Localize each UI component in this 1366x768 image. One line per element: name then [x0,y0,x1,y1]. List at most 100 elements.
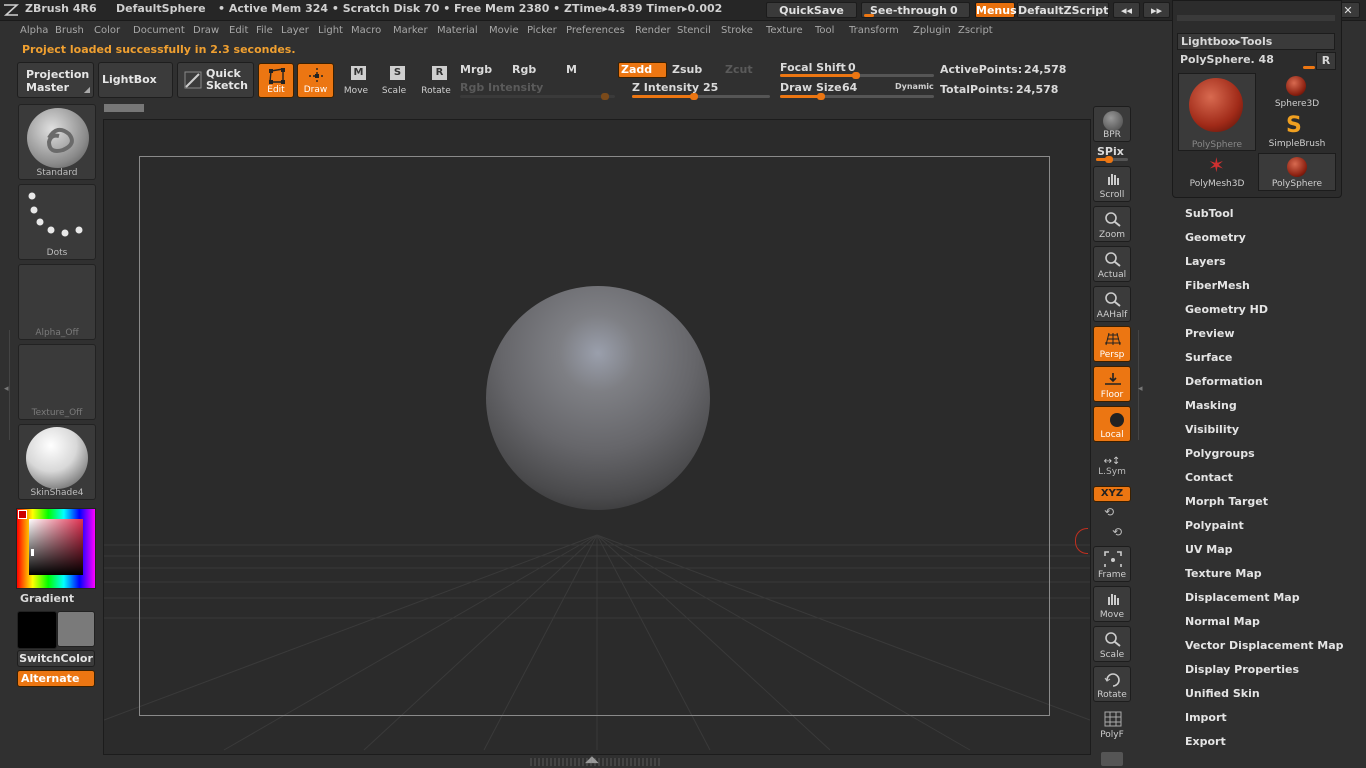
move-view-button[interactable]: Move [1093,586,1131,622]
menu-brush[interactable]: Brush [55,25,84,36]
menu-geometry-hd[interactable]: Geometry HD [1185,303,1268,316]
actual-button[interactable]: Actual [1093,246,1131,282]
switch-color-button[interactable]: SwitchColor [17,650,95,667]
rgb-intensity-slider[interactable] [460,93,615,100]
menu-movie[interactable]: Movie [489,25,519,36]
menu-preferences[interactable]: Preferences [566,25,625,36]
menu-visibility[interactable]: Visibility [1185,423,1239,436]
zsub-button[interactable]: Zsub [672,63,702,76]
menu-export[interactable]: Export [1185,735,1226,748]
rgb-button[interactable]: Rgb [512,63,536,76]
menu-transform[interactable]: Transform [849,25,899,36]
quicksave-button[interactable]: QuickSave [766,2,857,18]
menu-subtool[interactable]: SubTool [1185,207,1234,220]
alpha-picker[interactable]: Alpha_Off [18,264,96,340]
menu-unified-skin[interactable]: Unified Skin [1185,687,1260,700]
menu-deformation[interactable]: Deformation [1185,375,1263,388]
brush-picker[interactable]: Standard [18,104,96,180]
quick-sketch-button[interactable]: Quick Sketch [177,62,254,98]
canvas-tab[interactable] [104,104,144,112]
menu-surface[interactable]: Surface [1185,351,1232,364]
edit-button[interactable]: Edit [258,63,294,98]
material-picker[interactable]: SkinShade4 [18,424,96,500]
menu-morph-target[interactable]: Morph Target [1185,495,1268,508]
lsym-button[interactable]: ↔︎↕︎ L.Sym [1096,456,1128,480]
transp-button[interactable] [1101,752,1123,766]
texture-picker[interactable]: Texture_Off [18,344,96,420]
aahalf-button[interactable]: AAHalf [1093,286,1131,322]
menu-import[interactable]: Import [1185,711,1227,724]
menu-document[interactable]: Document [133,25,185,36]
tool-thumb-polysphere[interactable]: PolySphere [1258,153,1336,191]
menu-display-properties[interactable]: Display Properties [1185,663,1299,676]
frame-button[interactable]: Frame [1093,546,1131,582]
menu-normal-map[interactable]: Normal Map [1185,615,1260,628]
menu-displacement-map[interactable]: Displacement Map [1185,591,1300,604]
menu-draw[interactable]: Draw [193,25,219,36]
m-button[interactable]: M [566,63,577,76]
menu-preview[interactable]: Preview [1185,327,1235,340]
tool-thumb-polysphere-main[interactable]: PolySphere [1178,73,1256,151]
scroll-right-icon[interactable]: ▸▸ [1143,2,1170,18]
color-picker[interactable] [16,508,96,589]
menu-light[interactable]: Light [318,25,343,36]
local-toggle[interactable]: Local [1093,406,1131,442]
see-through-slider[interactable]: See-through 0 [861,2,970,18]
menu-stroke[interactable]: Stroke [721,25,753,36]
menu-render[interactable]: Render [635,25,671,36]
zcut-button[interactable]: Zcut [725,63,753,76]
menu-polygroups[interactable]: Polygroups [1185,447,1255,460]
menu-texture[interactable]: Texture [766,25,803,36]
lightbox-tools-button[interactable]: Lightbox▸Tools [1177,33,1335,50]
menu-macro[interactable]: Macro [351,25,381,36]
menu-picker[interactable]: Picker [527,25,557,36]
menu-edit[interactable]: Edit [229,25,248,36]
lightbox-button[interactable]: LightBox [98,62,173,98]
rotate-view-button[interactable]: Rotate [1093,666,1131,702]
default-zscript-button[interactable]: DefaultZScript [1017,2,1109,18]
menu-contact[interactable]: Contact [1185,471,1233,484]
polyf-button[interactable]: PolyF [1093,706,1131,742]
menu-masking[interactable]: Masking [1185,399,1237,412]
draw-button[interactable]: Draw [297,63,334,98]
menu-uv-map[interactable]: UV Map [1185,543,1233,556]
zoom-button[interactable]: Zoom [1093,206,1131,242]
menu-alpha[interactable]: Alpha [20,25,48,36]
menu-vector-displacement-map[interactable]: Vector Displacement Map [1185,639,1344,652]
menu-layers[interactable]: Layers [1185,255,1226,268]
menu-zplugin[interactable]: Zplugin [913,25,951,36]
draw-size-slider[interactable] [780,93,934,100]
alternate-toggle[interactable]: Alternate [17,670,95,687]
projection-master-button[interactable]: Projection Master ◢ [17,62,94,98]
scale-button[interactable]: S Scale [376,63,412,98]
bpr-button[interactable]: BPR [1093,106,1131,142]
menu-geometry[interactable]: Geometry [1185,231,1246,244]
scroll-left-icon[interactable]: ◂◂ [1113,2,1140,18]
rotate-button[interactable]: R Rotate [418,63,454,98]
mrgb-button[interactable]: Mrgb [460,63,492,76]
menu-tool[interactable]: Tool [815,25,834,36]
color-saturation-square[interactable] [29,519,83,575]
menu-file[interactable]: File [256,25,273,36]
stroke-picker[interactable]: Dots [18,184,96,260]
focal-shift-slider[interactable] [780,72,934,79]
rotate-y-icon[interactable]: ⟲ [1104,505,1114,519]
menu-zscript[interactable]: Zscript [958,25,993,36]
menu-texture-map[interactable]: Texture Map [1185,567,1262,580]
menu-marker[interactable]: Marker [393,25,428,36]
secondary-color-swatch[interactable] [57,611,95,647]
zadd-button[interactable]: Zadd [618,62,667,78]
menu-stencil[interactable]: Stencil [677,25,711,36]
floor-toggle[interactable]: Floor [1093,366,1131,402]
menu-layer[interactable]: Layer [281,25,309,36]
rotate-z-icon[interactable]: ⟲ [1112,525,1122,539]
menu-fibermesh[interactable]: FiberMesh [1185,279,1250,292]
scale-view-button[interactable]: Scale [1093,626,1131,662]
menus-toggle[interactable]: Menus [975,2,1017,18]
menu-polypaint[interactable]: Polypaint [1185,519,1244,532]
menu-material[interactable]: Material [437,25,478,36]
scroll-button[interactable]: Scroll [1093,166,1131,202]
dynamic-toggle[interactable]: Dynamic [895,82,934,91]
persp-toggle[interactable]: Persp [1093,326,1131,362]
r-button[interactable]: R [1316,52,1336,70]
